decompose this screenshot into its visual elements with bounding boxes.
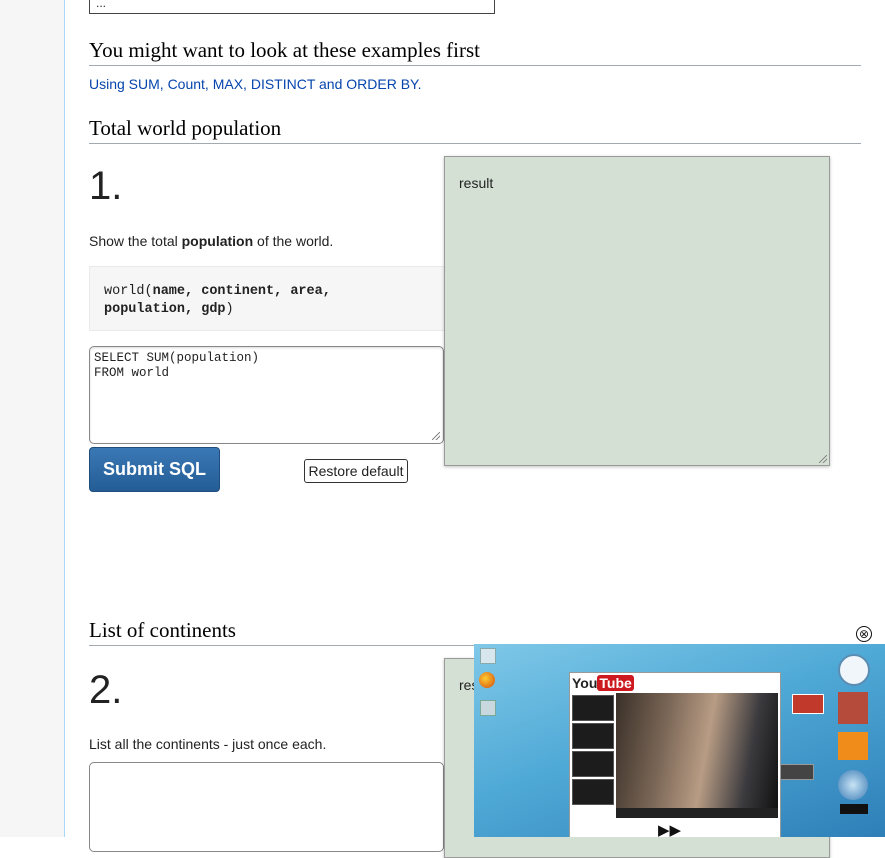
prompt-text: Show the total <box>89 233 182 249</box>
video-thumbnail[interactable] <box>572 751 614 777</box>
youtube-logo: You Tube <box>572 675 634 691</box>
question-prompt: List all the continents - just once each… <box>89 736 327 752</box>
schema-close: ) <box>225 302 234 317</box>
schema-columns-cont: population, gdp <box>104 302 226 317</box>
recycle-bin-icon <box>480 648 496 664</box>
section2-heading: List of continents <box>89 618 236 642</box>
photo-gadget-icon <box>792 694 824 714</box>
section1-heading: Total world population <box>89 116 282 140</box>
youtube-logo-tube: Tube <box>597 675 634 691</box>
news-gadget-icon <box>838 692 868 724</box>
resize-grip-icon[interactable] <box>432 432 442 442</box>
youtube-window: You Tube ▶▶ <box>569 672 781 837</box>
calendar-gadget-icon <box>838 732 868 760</box>
heading-rule <box>89 65 861 66</box>
video-popup[interactable]: You Tube ▶▶ <box>474 644 885 837</box>
schema-box: world(name, continent, area, population,… <box>89 266 444 331</box>
examples-link[interactable]: Using SUM, Count, MAX, DISTINCT and ORDE… <box>89 76 421 92</box>
left-sidebar-strip <box>0 0 65 837</box>
youtube-logo-you: You <box>572 675 598 691</box>
close-popup-button[interactable]: ⊗ <box>856 626 872 642</box>
video-controls-bar[interactable] <box>616 808 778 818</box>
result-panel: result <box>444 156 830 466</box>
schema-columns: name, continent, area, <box>152 284 331 299</box>
restore-default-button[interactable]: Restore default <box>304 459 408 483</box>
fast-forward-icon[interactable]: ▶▶ <box>658 821 681 837</box>
tooltip-gadget-icon <box>780 764 814 780</box>
resize-grip-icon[interactable] <box>819 455 827 463</box>
question-number: 2. <box>89 668 123 712</box>
meter-gadget-icon <box>840 804 868 814</box>
result-label: result <box>459 175 494 191</box>
query-input-top[interactable]: ... <box>89 0 495 14</box>
sql-editor[interactable] <box>89 762 444 852</box>
video-thumbnail[interactable] <box>572 695 614 721</box>
weather-gadget-icon <box>838 770 868 800</box>
prompt-text-end: of the world. <box>253 233 334 249</box>
desktop-app-icon <box>480 700 496 716</box>
question-number: 1. <box>89 164 123 208</box>
sql-editor[interactable]: SELECT SUM(population) FROM world <box>89 346 444 444</box>
heading-rule <box>89 143 861 144</box>
prompt-bold: population <box>181 233 254 249</box>
question-prompt: Show the total population of the world. <box>89 233 333 249</box>
video-thumbnail[interactable] <box>572 723 614 749</box>
submit-sql-button[interactable]: Submit SQL <box>89 447 220 492</box>
firefox-icon <box>479 672 495 688</box>
video-player[interactable] <box>616 693 778 808</box>
video-thumbnail[interactable] <box>572 779 614 805</box>
schema-table-name: world( <box>104 284 153 299</box>
clock-gadget-icon <box>838 654 870 686</box>
examples-heading: You might want to look at these examples… <box>89 38 480 62</box>
